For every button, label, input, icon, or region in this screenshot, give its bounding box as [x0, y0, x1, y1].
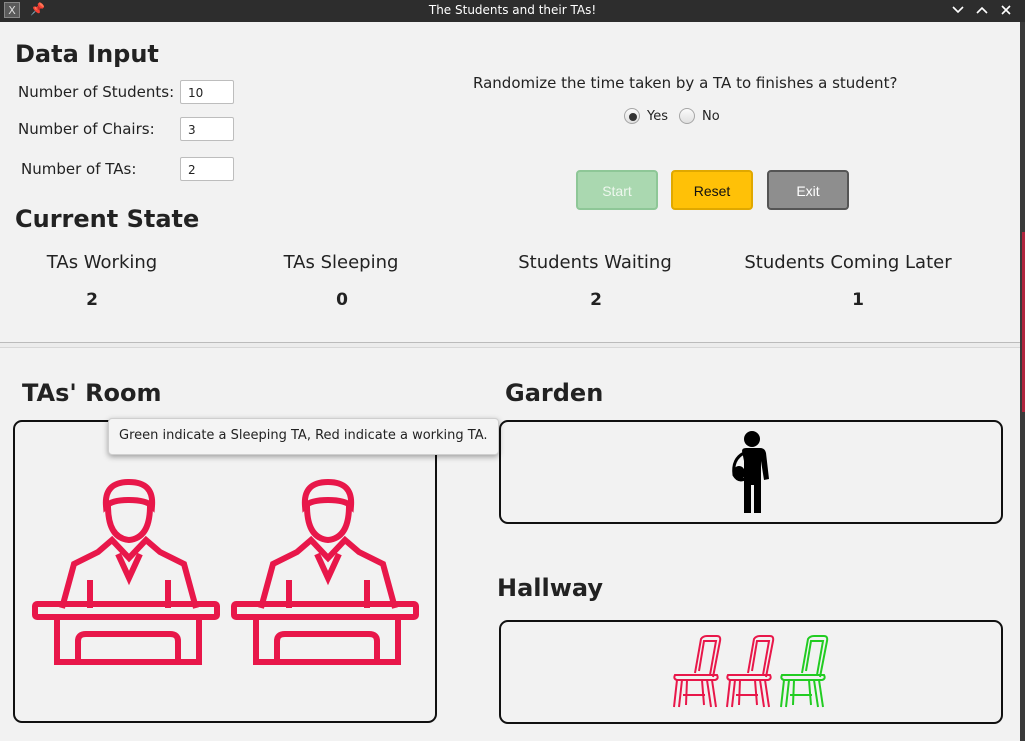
tas-field[interactable]: 2: [180, 157, 234, 181]
occupied-chair-icon: [673, 635, 722, 708]
current-state-heading: Current State: [15, 205, 200, 233]
randomize-question: Randomize the time taken by a TA to fini…: [473, 74, 898, 92]
background-window-strip: [1020, 22, 1025, 741]
students-field[interactable]: 10: [180, 80, 234, 104]
stat-value-students-waiting: 2: [590, 290, 602, 310]
stat-label-students-coming-later: Students Coming Later: [744, 252, 952, 273]
chairs-label: Number of Chairs:: [18, 120, 155, 138]
stat-value-tas-sleeping: 0: [336, 290, 348, 310]
students-label: Number of Students:: [18, 83, 175, 101]
hallway-heading: Hallway: [497, 574, 604, 602]
close-button[interactable]: [997, 1, 1015, 19]
occupied-chair-icon: [726, 635, 775, 708]
data-input-heading: Data Input: [15, 40, 159, 68]
window-titlebar: X 📌 The Students and their TAs!: [0, 0, 1025, 22]
student-icon: [732, 431, 769, 513]
working-ta-icon: [32, 478, 220, 665]
working-ta-icon: [231, 478, 419, 665]
garden-heading: Garden: [505, 379, 604, 407]
stat-value-students-coming-later: 1: [852, 290, 864, 310]
radio-selected-dot: [629, 113, 637, 121]
chevron-down-icon: [952, 6, 964, 14]
window-title: The Students and their TAs!: [428, 3, 597, 17]
chairs-field[interactable]: 3: [180, 117, 234, 141]
stat-value-tas-working: 2: [86, 290, 98, 310]
close-icon: [1001, 5, 1011, 15]
stat-label-tas-sleeping: TAs Sleeping: [283, 252, 399, 273]
tas-label: Number of TAs:: [21, 160, 137, 178]
section-divider: [0, 342, 1020, 348]
tas-room-panel: [13, 420, 437, 723]
tas-room-tooltip: Green indicate a Sleeping TA, Red indica…: [108, 418, 499, 455]
chevron-up-icon: [976, 6, 988, 14]
stat-label-tas-working: TAs Working: [46, 252, 158, 273]
exit-button[interactable]: Exit: [767, 170, 849, 210]
tas-room-heading: TAs' Room: [22, 379, 162, 407]
minimize-button[interactable]: [949, 1, 967, 19]
radio-no-label: No: [702, 109, 720, 124]
maximize-button[interactable]: [973, 1, 991, 19]
start-button[interactable]: Start: [576, 170, 658, 210]
reset-button[interactable]: Reset: [671, 170, 753, 210]
garden-panel: [499, 420, 1003, 524]
empty-chair-icon: [780, 635, 829, 708]
hallway-panel: [499, 620, 1003, 724]
radio-yes-label: Yes: [647, 109, 668, 124]
stat-label-students-waiting: Students Waiting: [518, 252, 672, 273]
